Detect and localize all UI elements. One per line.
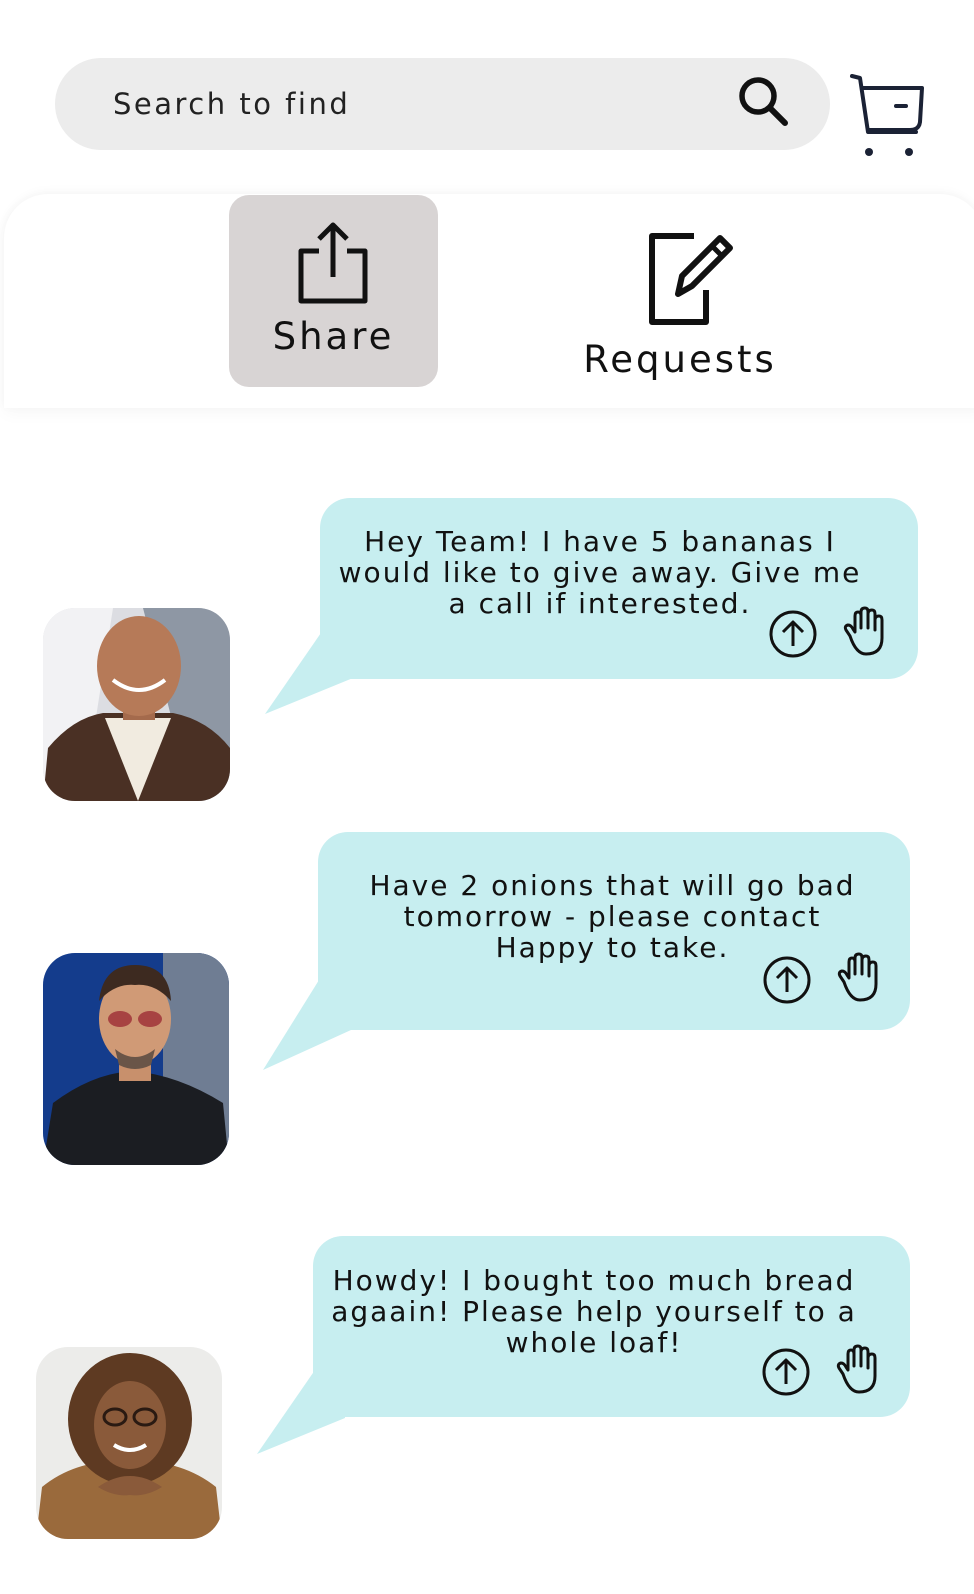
post-text: Howdy! I bought too much bread agaain! P… bbox=[331, 1264, 857, 1359]
avatar[interactable] bbox=[43, 608, 230, 801]
share-icon bbox=[298, 222, 368, 304]
raise-hand-icon[interactable] bbox=[832, 952, 884, 1004]
tab-requests[interactable]: Requests bbox=[580, 226, 780, 396]
edit-icon bbox=[649, 233, 733, 325]
upvote-icon[interactable] bbox=[760, 1346, 812, 1398]
tab-bar bbox=[4, 194, 974, 408]
post-text: Hey Team! I have 5 bananas I would like … bbox=[338, 525, 862, 620]
raise-hand-icon[interactable] bbox=[838, 606, 890, 658]
tab-requests-label: Requests bbox=[583, 338, 777, 381]
tab-share-label: Share bbox=[272, 315, 395, 358]
avatar[interactable] bbox=[36, 1347, 222, 1539]
tab-share[interactable]: Share bbox=[229, 195, 438, 387]
upvote-icon[interactable] bbox=[767, 608, 819, 660]
avatar[interactable] bbox=[43, 953, 229, 1165]
search-bar bbox=[55, 58, 830, 150]
search-input[interactable] bbox=[113, 58, 713, 150]
post-text: Have 2 onions that will go bad tomorrow … bbox=[369, 869, 856, 964]
search-icon[interactable] bbox=[736, 74, 790, 128]
upvote-icon[interactable] bbox=[761, 954, 813, 1006]
raise-hand-icon[interactable] bbox=[831, 1344, 883, 1396]
cart-icon[interactable] bbox=[848, 70, 928, 160]
